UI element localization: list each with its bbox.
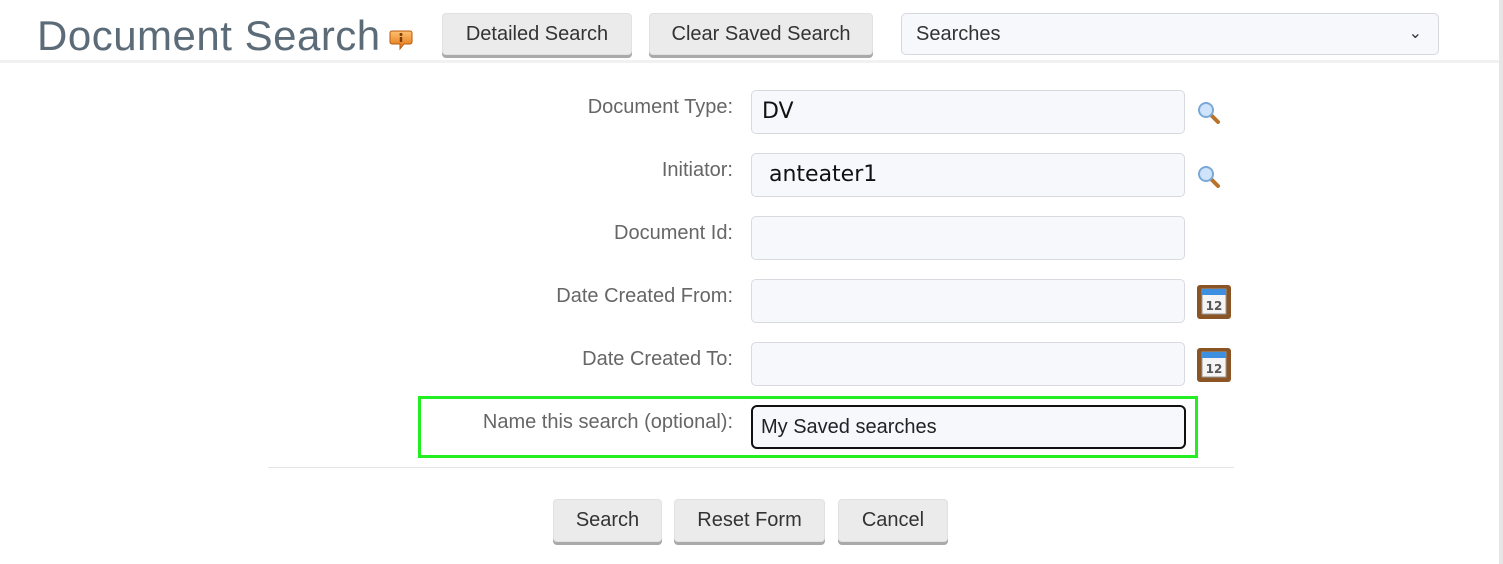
reset-form-button[interactable]: Reset Form xyxy=(674,499,825,542)
date-created-from-label: Date Created From: xyxy=(556,285,733,307)
scrollbar[interactable] xyxy=(1499,0,1503,564)
document-type-label: Document Type: xyxy=(587,96,733,118)
name-search-input[interactable]: My Saved searches xyxy=(751,405,1186,449)
initiator-lookup-icon[interactable] xyxy=(1196,164,1222,190)
svg-text:12: 12 xyxy=(1206,362,1223,376)
detailed-search-button[interactable]: Detailed Search xyxy=(442,13,632,55)
document-id-input[interactable] xyxy=(751,216,1185,260)
date-created-from-input[interactable] xyxy=(751,279,1185,323)
document-type-lookup-icon[interactable] xyxy=(1196,100,1222,126)
saved-searches-selected: Searches xyxy=(916,23,1001,45)
date-created-to-calendar-icon[interactable]: 12 xyxy=(1196,347,1232,383)
svg-text:12: 12 xyxy=(1206,299,1223,313)
document-id-label: Document Id: xyxy=(614,222,733,244)
info-speech-bubble-icon[interactable] xyxy=(389,28,413,52)
document-type-input[interactable]: DV xyxy=(751,90,1185,134)
date-created-to-input[interactable] xyxy=(751,342,1185,386)
date-created-from-calendar-icon[interactable]: 12 xyxy=(1196,284,1232,320)
chevron-down-icon: ⌄ xyxy=(1408,25,1422,42)
saved-searches-select[interactable]: Searches ⌄ xyxy=(901,13,1439,55)
clear-saved-search-button[interactable]: Clear Saved Search xyxy=(649,13,873,55)
initiator-label: Initiator: xyxy=(661,159,733,181)
form-divider xyxy=(268,467,1234,468)
cancel-button[interactable]: Cancel xyxy=(838,499,948,542)
page-header: Document Search Detailed Search Clear Sa… xyxy=(0,0,1503,63)
name-search-label: Name this search (optional): xyxy=(482,411,733,433)
date-created-to-label: Date Created To: xyxy=(582,348,733,370)
initiator-input[interactable]: anteater1 xyxy=(751,153,1185,197)
search-button[interactable]: Search xyxy=(553,499,662,542)
page-title: Document Search xyxy=(37,12,381,59)
